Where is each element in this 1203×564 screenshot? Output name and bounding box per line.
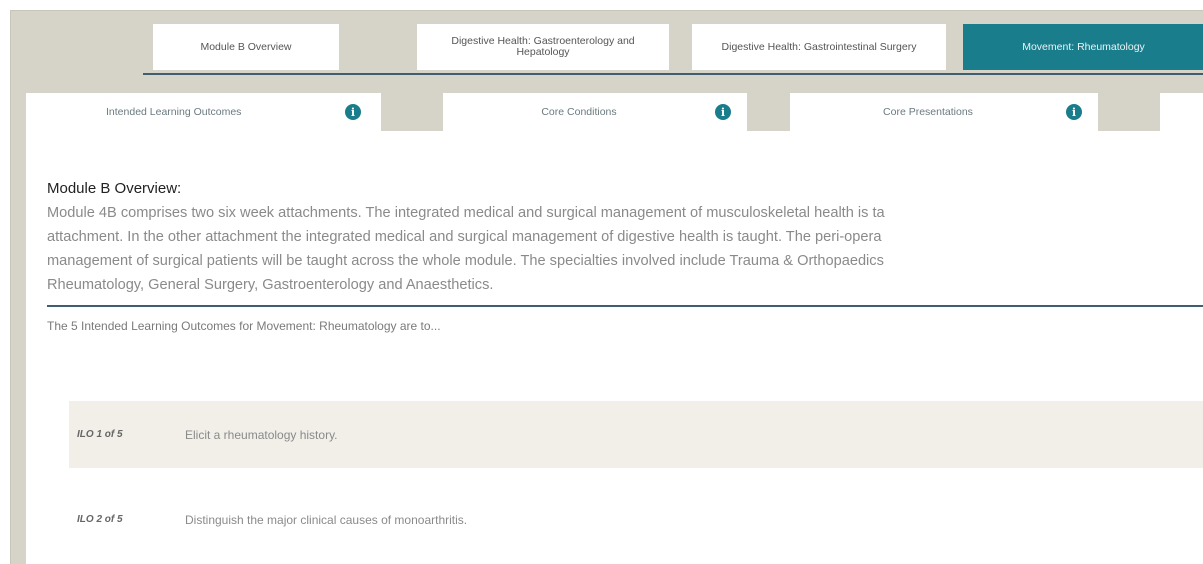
overview-line: Module 4B comprises two six week attachm… — [47, 205, 885, 221]
overview-text: Module 4B comprises two six week attachm… — [47, 201, 1203, 297]
info-icon[interactable]: i — [715, 104, 731, 120]
subtab-more[interactable] — [1160, 93, 1203, 131]
ilo-intro: The 5 Intended Learning Outcomes for Mov… — [47, 319, 441, 333]
subtab-label: Intended Learning Outcomes — [106, 106, 242, 118]
ilo-text: Elicit a rheumatology history. — [185, 427, 338, 442]
overview-line: management of surgical patients will be … — [47, 253, 884, 269]
overview-title: Module B Overview: — [47, 180, 182, 197]
ilo-item[interactable]: ILO 2 of 5 Distinguish the major clinica… — [69, 486, 1203, 553]
tab-label: Digestive Health: Gastroenterology and H… — [451, 35, 635, 58]
overview-panel: Module B Overview: Module 4B comprises t… — [26, 131, 1203, 564]
info-icon[interactable]: i — [1066, 104, 1082, 120]
tab-digestive-gi-surgery[interactable]: Digestive Health: Gastrointestinal Surge… — [692, 24, 946, 70]
info-icon[interactable]: i — [345, 104, 361, 120]
ilo-number: ILO 2 of 5 — [77, 514, 123, 525]
subtab-label: Core Conditions — [541, 106, 617, 118]
tab-label: Movement: Rheumatology — [1022, 40, 1145, 53]
tab-label: Module B Overview — [200, 40, 292, 53]
tab-digestive-gastroenterology[interactable]: Digestive Health: Gastroenterology and H… — [417, 24, 669, 70]
subtab-intended-learning-outcomes[interactable]: Intended Learning Outcomes i — [26, 93, 381, 131]
overview-line: Rheumatology, General Surgery, Gastroent… — [47, 277, 494, 293]
ilo-number: ILO 1 of 5 — [77, 429, 123, 440]
ilo-item[interactable]: ILO 1 of 5 Elicit a rheumatology history… — [69, 401, 1203, 468]
module-frame: Module B Overview Digestive Health: Gast… — [10, 10, 1203, 564]
ilo-text: Distinguish the major clinical causes of… — [185, 512, 468, 527]
subtab-core-conditions[interactable]: Core Conditions i — [443, 93, 747, 131]
module-tab-bar: Module B Overview Digestive Health: Gast… — [11, 11, 1203, 91]
module-tab-underline — [143, 73, 1203, 75]
tab-label: Digestive Health: Gastrointestinal Surge… — [721, 40, 917, 53]
subtab-label: Core Presentations — [883, 106, 973, 118]
subtab-core-presentations[interactable]: Core Presentations i — [790, 93, 1098, 131]
overview-divider — [47, 305, 1203, 307]
tab-movement-rheumatology[interactable]: Movement: Rheumatology — [963, 24, 1203, 70]
tab-module-b-overview[interactable]: Module B Overview — [153, 24, 339, 70]
overview-line: attachment. In the other attachment the … — [47, 229, 882, 245]
